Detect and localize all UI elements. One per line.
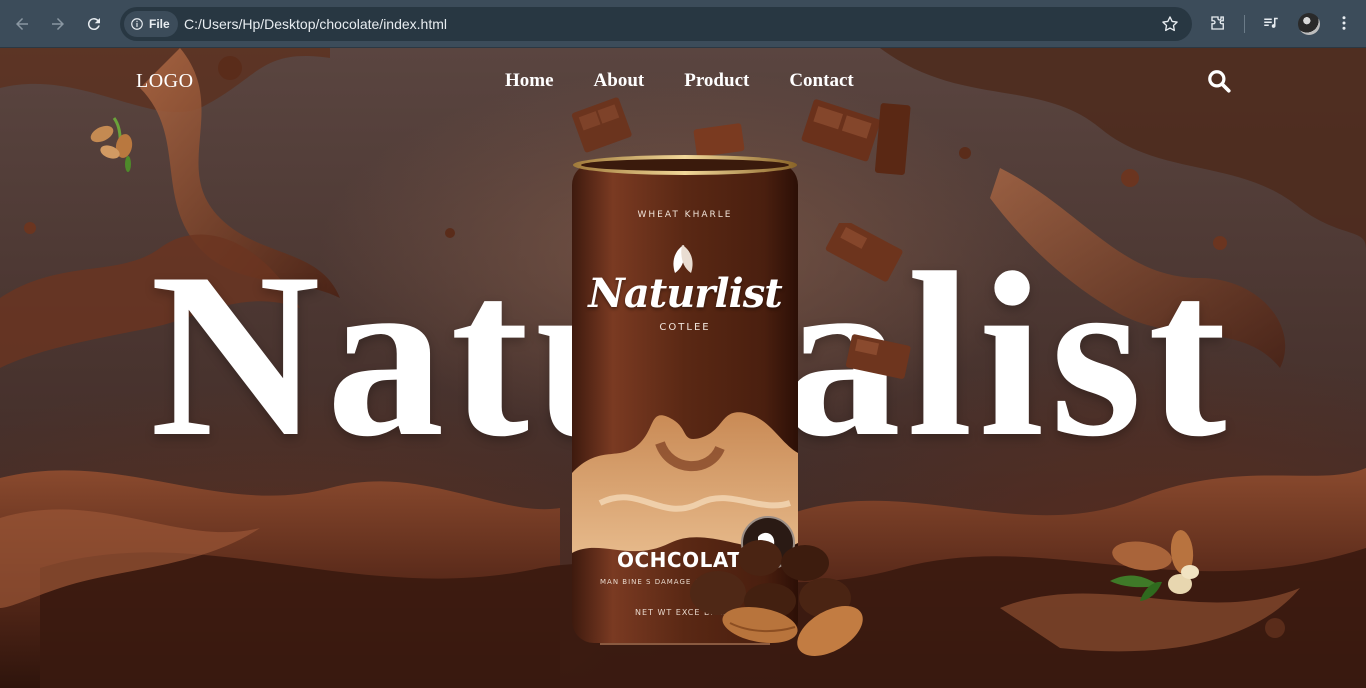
hero-section: LOGO Home About Product Contact Naturali… [0,48,1366,688]
profile-avatar[interactable] [1298,13,1320,35]
almond-cluster-image [90,117,133,172]
reload-button[interactable] [82,12,106,36]
nav-about[interactable]: About [594,70,645,92]
nav-contact[interactable]: Contact [789,70,853,92]
site-chip-label: File [149,17,170,31]
can-brand: Naturlist [588,270,783,317]
puzzle-icon [1211,16,1224,30]
address-bar[interactable]: File C:/Users/Hp/Desktop/chocolate/index… [120,7,1192,41]
extensions-button[interactable] [1207,12,1229,34]
chocolate-bar-image [801,99,911,175]
kebab-menu-icon [1342,16,1346,30]
can-subtitle: COTLEE [659,322,711,333]
playlist-music-icon [1264,17,1278,28]
toolbar-divider [1244,15,1245,33]
search-icon[interactable] [1206,68,1232,94]
browser-menu-button[interactable] [1333,12,1355,34]
site-info-chip[interactable]: File [124,11,178,37]
info-icon [131,18,143,30]
browser-toolbar: File C:/Users/Hp/Desktop/chocolate/index… [0,0,1366,48]
forward-button[interactable] [46,12,70,36]
almonds-image [1110,530,1199,601]
nav-product[interactable]: Product [684,70,749,92]
url-text[interactable]: C:/Users/Hp/Desktop/chocolate/index.html [184,16,447,32]
reload-icon [87,18,100,31]
can-top-text: WHEAT KHARLE [637,210,733,220]
bookmark-star-icon[interactable] [1160,14,1180,34]
chocolate-piece-image [845,334,911,379]
chocolate-almonds-image [690,540,863,656]
site-logo[interactable]: LOGO [136,70,194,93]
chocolate-piece-image [825,223,903,282]
arrow-right-icon [52,18,64,30]
main-nav: Home About Product Contact [505,70,854,92]
arrow-left-icon [16,18,28,30]
back-button[interactable] [10,12,34,36]
media-controls-button[interactable] [1260,12,1282,34]
nav-home[interactable]: Home [505,70,554,92]
